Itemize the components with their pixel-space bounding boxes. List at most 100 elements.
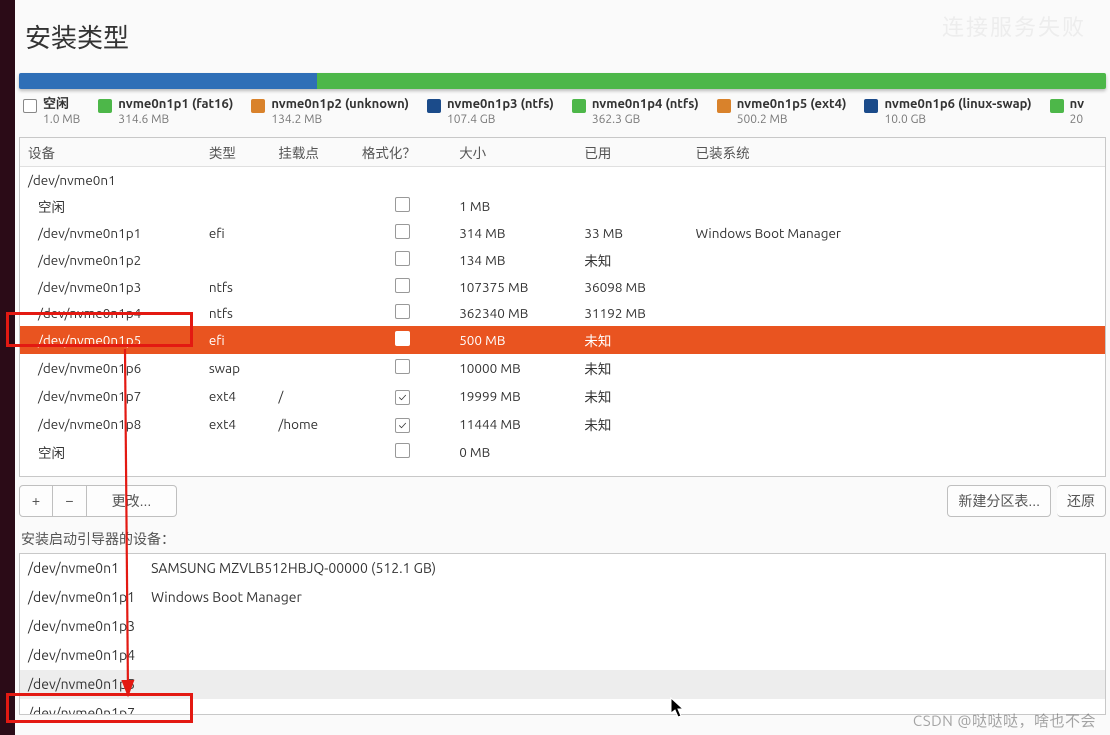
format-checkbox[interactable] — [395, 331, 410, 346]
format-checkbox[interactable] — [395, 304, 410, 319]
cell-type: ntfs — [201, 300, 271, 326]
table-row[interactable]: /dev/nvme0n1p2134 MB未知 — [20, 246, 1105, 274]
boot-list-row[interactable]: /dev/nvme0n1p1Windows Boot Manager — [20, 583, 1105, 612]
cell-system — [688, 274, 1105, 300]
table-row[interactable]: 空闲1 MB — [20, 192, 1105, 220]
format-checkbox[interactable] — [395, 224, 410, 239]
cell-mount — [270, 192, 353, 220]
table-row[interactable]: /dev/nvme0n1 — [20, 166, 1105, 192]
partition-table[interactable]: 设备 类型 挂载点 格式化？ 大小 已用 已装系统 /dev/nvme0n1空闲… — [20, 138, 1105, 467]
change-partition-button[interactable]: 更改... — [87, 485, 177, 517]
remove-partition-button[interactable]: − — [53, 485, 87, 517]
legend-swatch — [1050, 99, 1064, 113]
boot-desc: SAMSUNG MZVLB512HBJQ-00000 (512.1 GB) — [143, 554, 1105, 583]
format-checkbox[interactable] — [395, 390, 410, 405]
legend-item: nvme0n1p1 (fat16)314.6 MB — [98, 97, 233, 127]
cell-type: ntfs — [201, 274, 271, 300]
watermark: CSDN @哒哒哒，啥也不会 — [913, 710, 1096, 731]
disk-legend: 空闲1.0 MBnvme0n1p1 (fat16)314.6 MBnvme0n1… — [19, 95, 1106, 133]
col-mount[interactable]: 挂载点 — [270, 138, 353, 167]
boot-list-row[interactable]: /dev/nvme0n1p4 — [20, 641, 1105, 670]
cell-device: 空闲 — [20, 438, 201, 466]
cell-type: swap — [201, 354, 271, 382]
cell-device: /dev/nvme0n1p8 — [20, 410, 201, 438]
col-device[interactable]: 设备 — [20, 138, 201, 167]
cell-size: 107375 MB — [451, 274, 576, 300]
cell-system — [688, 410, 1105, 438]
cell-size: 11444 MB — [451, 410, 576, 438]
legend-size: 1.0 MB — [43, 113, 80, 127]
cell-size: 362340 MB — [451, 300, 576, 326]
table-row[interactable]: /dev/nvme0n1p5efi500 MB未知 — [20, 326, 1105, 354]
legend-item: nvme0n1p3 (ntfs)107.4 GB — [427, 97, 554, 127]
disk-segment — [317, 73, 1106, 89]
col-type[interactable]: 类型 — [201, 138, 271, 167]
cell-type — [201, 192, 271, 220]
cell-device: /dev/nvme0n1 — [20, 166, 201, 192]
col-format[interactable]: 格式化？ — [354, 138, 451, 167]
revert-button[interactable]: 还原 — [1057, 485, 1106, 517]
cell-used: 31192 MB — [576, 300, 687, 326]
add-partition-button[interactable]: + — [19, 485, 53, 517]
table-row[interactable]: 空闲0 MB — [20, 438, 1105, 466]
legend-swatch — [864, 99, 878, 113]
boot-device: /dev/nvme0n1 — [20, 554, 143, 583]
cell-mount: /home — [270, 410, 353, 438]
table-row[interactable]: /dev/nvme0n1p1efi314 MB33 MBWindows Boot… — [20, 220, 1105, 246]
format-checkbox[interactable] — [395, 278, 410, 293]
legend-name: nvme0n1p2 (unknown) — [271, 97, 409, 113]
table-row[interactable]: /dev/nvme0n1p4ntfs362340 MB31192 MB — [20, 300, 1105, 326]
boot-desc — [143, 612, 1105, 641]
cell-mount — [270, 354, 353, 382]
boot-list-row[interactable]: /dev/nvme0n1p3 — [20, 612, 1105, 641]
table-row[interactable]: /dev/nvme0n1p7ext4/19999 MB未知 — [20, 382, 1105, 410]
cell-system — [688, 300, 1105, 326]
cell-used — [576, 192, 687, 220]
bootloader-device-list[interactable]: /dev/nvme0n1SAMSUNG MZVLB512HBJQ-00000 (… — [20, 554, 1105, 715]
new-partition-table-button[interactable]: 新建分区表... — [947, 485, 1051, 517]
col-size[interactable]: 大小 — [451, 138, 576, 167]
format-checkbox[interactable] — [395, 443, 410, 458]
table-row[interactable]: /dev/nvme0n1p6swap10000 MB未知 — [20, 354, 1105, 382]
boot-desc: Windows Boot Manager — [143, 583, 1105, 612]
cell-size: 134 MB — [451, 246, 576, 274]
cell-system — [688, 166, 1105, 192]
legend-name: nv — [1070, 97, 1084, 113]
cell-used: 未知 — [576, 326, 687, 354]
legend-item: nvme0n1p6 (linux-swap)10.0 GB — [864, 97, 1031, 127]
legend-name: nvme0n1p6 (linux-swap) — [884, 97, 1031, 113]
format-checkbox[interactable] — [395, 197, 410, 212]
col-used[interactable]: 已用 — [576, 138, 687, 167]
cell-device: /dev/nvme0n1p6 — [20, 354, 201, 382]
legend-size: 134.2 MB — [271, 113, 409, 127]
boot-desc — [143, 670, 1105, 699]
cell-system — [688, 438, 1105, 466]
disk-segment — [19, 73, 317, 89]
boot-list-row[interactable]: /dev/nvme0n1p5 — [20, 670, 1105, 699]
legend-name: nvme0n1p1 (fat16) — [118, 97, 233, 113]
cell-used: 未知 — [576, 246, 687, 274]
legend-name: nvme0n1p4 (ntfs) — [592, 97, 699, 113]
legend-swatch — [251, 99, 265, 113]
main-panel: 安装类型 连接服务失败 空闲1.0 MBnvme0n1p1 (fat16)314… — [15, 0, 1110, 735]
table-row[interactable]: /dev/nvme0n1p8ext4/home11444 MB未知 — [20, 410, 1105, 438]
format-checkbox[interactable] — [395, 418, 410, 433]
boot-device: /dev/nvme0n1p7 — [20, 699, 143, 715]
col-system[interactable]: 已装系统 — [688, 138, 1105, 167]
disk-bar-wrap: 空闲1.0 MBnvme0n1p1 (fat16)314.6 MBnvme0n1… — [15, 73, 1110, 133]
left-button-group: + − 更改... — [19, 485, 177, 517]
window-left-edge — [0, 0, 15, 735]
legend-size: 107.4 GB — [447, 113, 554, 127]
cell-size: 19999 MB — [451, 382, 576, 410]
cell-used: 未知 — [576, 382, 687, 410]
ghost-text: 连接服务失败 — [942, 10, 1086, 42]
boot-list-row[interactable]: /dev/nvme0n1SAMSUNG MZVLB512HBJQ-00000 (… — [20, 554, 1105, 583]
boot-device: /dev/nvme0n1p1 — [20, 583, 143, 612]
cell-device: /dev/nvme0n1p7 — [20, 382, 201, 410]
cell-used — [576, 166, 687, 192]
format-checkbox[interactable] — [395, 251, 410, 266]
format-checkbox[interactable] — [395, 359, 410, 374]
legend-swatch — [717, 99, 731, 113]
cell-size: 314 MB — [451, 220, 576, 246]
table-row[interactable]: /dev/nvme0n1p3ntfs107375 MB36098 MB — [20, 274, 1105, 300]
